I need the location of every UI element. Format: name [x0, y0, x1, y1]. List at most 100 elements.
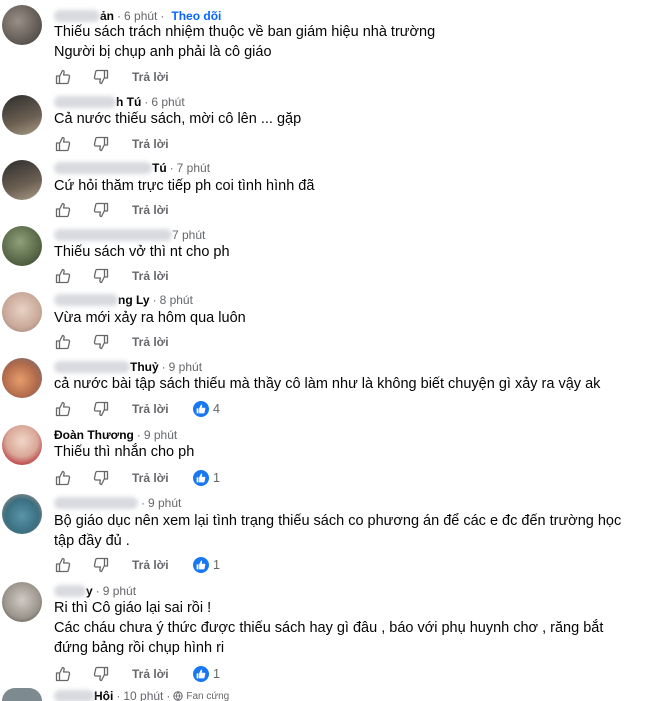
comment-header: ng Ly · 8 phút: [54, 292, 193, 308]
author-name[interactable]: ng Ly: [118, 293, 150, 307]
author-name[interactable]: Đoàn Thương: [54, 428, 134, 442]
like-reaction-icon: [193, 401, 209, 417]
comment-line: Vừa mới xảy ra hôm qua luôn: [54, 310, 246, 326]
author-name[interactable]: y: [86, 584, 93, 598]
thumbs-up-icon[interactable]: [54, 556, 72, 574]
timestamp[interactable]: 9 phút: [103, 584, 136, 598]
comment-header: h Tú · 6 phút: [54, 94, 185, 110]
comment-text: Thiếu thì nhắn cho ph: [54, 442, 194, 462]
thumbs-down-icon[interactable]: [92, 201, 110, 219]
reply-button[interactable]: Trả lời: [132, 70, 169, 84]
timestamp[interactable]: 9 phút: [169, 360, 202, 374]
comment-actions: Trả lời: [54, 266, 169, 286]
author-name[interactable]: Thuỷ: [130, 360, 159, 374]
thumbs-up-icon[interactable]: [54, 469, 72, 487]
timestamp[interactable]: 8 phút: [160, 293, 193, 307]
author-name[interactable]: ản: [100, 9, 114, 23]
comment-header: y · 9 phút: [54, 583, 136, 599]
comment-line: Thiếu sách trách nhiệm thuộc về ban giám…: [54, 24, 436, 40]
avatar[interactable]: [2, 95, 42, 135]
thumbs-down-icon[interactable]: [92, 267, 110, 285]
avatar[interactable]: [2, 226, 42, 266]
comment-header: · 9 phút: [54, 495, 181, 511]
comment-line: Cứ hỏi thăm trực tiếp ph coi tình hình đ…: [54, 178, 315, 194]
avatar[interactable]: [2, 358, 42, 398]
timestamp[interactable]: 9 phút: [144, 428, 177, 442]
thumbs-down-icon[interactable]: [92, 400, 110, 418]
comment-line: Thiếu thì nhắn cho ph: [54, 444, 195, 460]
reply-button[interactable]: Trả lời: [132, 335, 169, 349]
timestamp[interactable]: 6 phút: [124, 9, 157, 23]
timestamp[interactable]: 9 phút: [148, 496, 181, 510]
globe-icon: [173, 691, 184, 701]
author-name[interactable]: h Tú: [116, 95, 141, 109]
comment-text: Cứ hỏi thăm trực tiếp ph coi tình hình đ…: [54, 176, 314, 196]
comment-text: Bộ giáo dục nên xem lại tình trạng thiếu…: [54, 511, 621, 551]
reaction-count[interactable]: 1: [193, 557, 220, 573]
avatar[interactable]: [2, 582, 42, 622]
reply-button[interactable]: Trả lời: [132, 269, 169, 283]
comment-header: Hội · 10 phút · Fan cứng: [54, 688, 229, 701]
reaction-count[interactable]: 1: [193, 470, 220, 486]
thumbs-down-icon[interactable]: [92, 135, 110, 153]
follow-button[interactable]: Theo dõi: [171, 9, 221, 23]
comment-line: đứng bảng rồi chụp hình ri: [54, 640, 225, 656]
avatar[interactable]: [2, 160, 42, 200]
timestamp[interactable]: 7 phút: [172, 228, 205, 242]
thumbs-down-icon[interactable]: [92, 469, 110, 487]
thumbs-up-icon[interactable]: [54, 135, 72, 153]
thumbs-up-icon[interactable]: [54, 400, 72, 418]
comment-line: Cả nước thiếu sách, mời cô lên ... gặp: [54, 111, 302, 127]
comment-text: Thiếu sách trách nhiệm thuộc về ban giám…: [54, 22, 435, 62]
reply-button[interactable]: Trả lời: [132, 558, 169, 572]
comment-line: Bộ giáo dục nên xem lại tình trạng thiếu…: [54, 513, 622, 529]
thumbs-down-icon[interactable]: [92, 333, 110, 351]
reply-button[interactable]: Trả lời: [132, 137, 169, 151]
reaction-count[interactable]: 1: [193, 666, 220, 682]
blurred-name: [54, 96, 116, 108]
timestamp[interactable]: 7 phút: [177, 161, 210, 175]
avatar[interactable]: [2, 688, 42, 701]
comment-text: Ri thì Cô giáo lại sai rồi ! Các cháu ch…: [54, 598, 603, 658]
avatar[interactable]: [2, 292, 42, 332]
avatar[interactable]: [2, 425, 42, 465]
comment-actions: Trả lời: [54, 468, 169, 488]
blurred-name: [54, 497, 138, 509]
comment-actions: Trả lời: [54, 134, 169, 154]
comment-line: Ri thì Cô giáo lại sai rồi !: [54, 600, 212, 616]
reply-button[interactable]: Trả lời: [132, 667, 169, 681]
comment-actions: Trả lời: [54, 332, 169, 352]
comment-actions: Trả lời: [54, 200, 169, 220]
thumbs-up-icon[interactable]: [54, 665, 72, 683]
comment-actions: Trả lời: [54, 555, 169, 575]
fan-badge: Fan cứng: [186, 690, 230, 701]
comment-text: cả nước bài tập sách thiếu mà thầy cô là…: [54, 374, 600, 394]
blurred-name: [54, 294, 118, 306]
thumbs-up-icon[interactable]: [54, 68, 72, 86]
thumbs-down-icon[interactable]: [92, 665, 110, 683]
comment-text: Vừa mới xảy ra hôm qua luôn: [54, 308, 246, 328]
comment-line: Các cháu chưa ý thức được thiếu sách hay…: [54, 620, 604, 636]
avatar[interactable]: [2, 5, 42, 45]
thumbs-down-icon[interactable]: [92, 556, 110, 574]
comment-text: Thiếu sách vở thì nt cho ph: [54, 242, 230, 262]
reply-button[interactable]: Trả lời: [132, 402, 169, 416]
comment-line: Thiếu sách vở thì nt cho ph: [54, 244, 230, 260]
timestamp[interactable]: 10 phút: [123, 689, 163, 701]
avatar[interactable]: [2, 494, 42, 534]
thumbs-down-icon[interactable]: [92, 68, 110, 86]
comment-header: Thuỷ · 9 phút: [54, 359, 202, 375]
author-name[interactable]: Hội: [94, 689, 113, 701]
reaction-number: 1: [213, 471, 220, 485]
author-name[interactable]: Tú: [152, 161, 167, 175]
thumbs-up-icon[interactable]: [54, 201, 72, 219]
timestamp[interactable]: 6 phút: [151, 95, 184, 109]
blurred-name: [54, 361, 130, 373]
blurred-name: [54, 229, 172, 241]
thumbs-up-icon[interactable]: [54, 333, 72, 351]
reaction-count[interactable]: 4: [193, 401, 220, 417]
reply-button[interactable]: Trả lời: [132, 471, 169, 485]
thumbs-up-icon[interactable]: [54, 267, 72, 285]
reply-button[interactable]: Trả lời: [132, 203, 169, 217]
blurred-name: [54, 162, 152, 174]
